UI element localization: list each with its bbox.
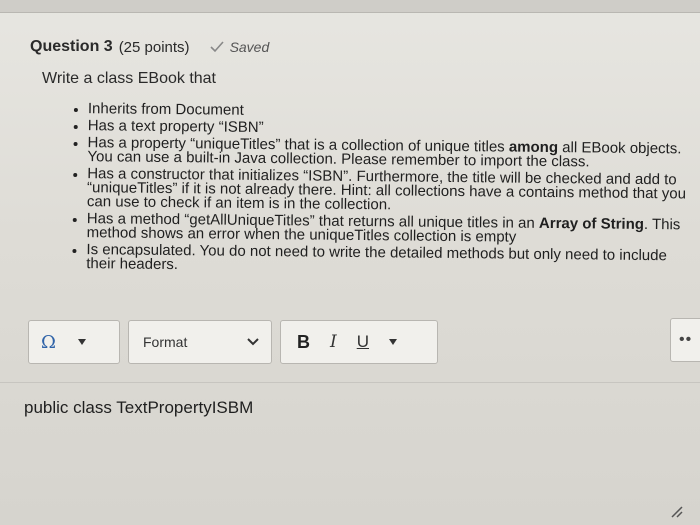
requirements-list: Inherits from Document Has a text proper… (72, 100, 700, 281)
resize-handle-icon[interactable] (670, 505, 684, 519)
editor-toolbar: Ω Format B I U (28, 318, 700, 366)
requirement-bold: Array of String (538, 214, 645, 233)
format-label: Format (143, 334, 188, 350)
requirement-text: Inherits from Document (87, 100, 244, 119)
requirement-text: Has a constructor that initializes “ISBN… (86, 165, 687, 214)
assignment-page: Question 3 (25 points) Saved Write a cla… (0, 0, 700, 525)
question-header: Question 3 (25 points) Saved (30, 38, 269, 56)
requirement-text: Has a text property “ISBN” (87, 117, 264, 136)
saved-label: Saved (229, 39, 270, 55)
more-icon: •• (679, 331, 693, 348)
question-prompt: Write a class EBook that (42, 70, 216, 87)
question-title: Question 3 (30, 38, 113, 55)
caret-down-icon[interactable] (389, 339, 397, 345)
text-style-group: B I U (280, 320, 438, 364)
format-dropdown[interactable]: Format (128, 320, 272, 364)
saved-status: Saved (209, 39, 270, 55)
check-icon (209, 41, 224, 53)
italic-button[interactable]: I (330, 332, 337, 352)
bold-button[interactable]: B (297, 332, 310, 353)
question-points: (25 points) (118, 38, 190, 56)
chevron-down-icon (247, 338, 259, 346)
more-options-button[interactable]: •• (670, 318, 700, 362)
requirement-text: Is encapsulated. You do not need to writ… (86, 241, 667, 274)
omega-icon: Ω (41, 331, 56, 353)
underline-button[interactable]: U (357, 332, 369, 352)
editor-divider (0, 382, 700, 383)
previous-question-border (0, 0, 700, 13)
list-item: Has a constructor that initializes “ISBN… (73, 165, 699, 216)
list-item: Is encapsulated. You do not need to writ… (72, 241, 698, 278)
caret-down-icon (77, 339, 86, 345)
answer-editor[interactable]: public class TextPropertyISBM (24, 398, 253, 418)
special-characters-button[interactable]: Ω (28, 320, 120, 364)
